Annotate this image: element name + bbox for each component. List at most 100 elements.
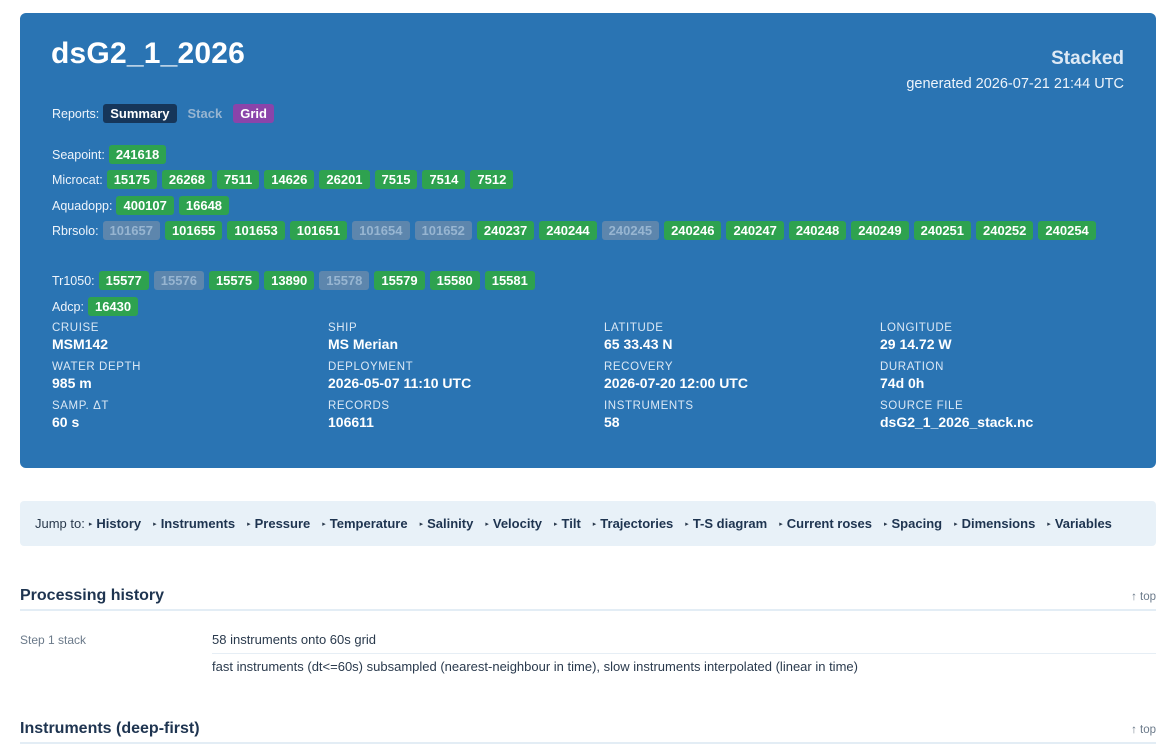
instrument-chip[interactable]: 240237 [476, 221, 535, 240]
instrument-chip[interactable]: 101653 [227, 221, 285, 240]
meta-value: 106611 [328, 414, 374, 430]
meta-key: INSTRUMENTS [604, 400, 694, 412]
meta-field: SHIP MS Merian [328, 322, 604, 353]
meta-key: RECORDS [328, 400, 390, 412]
instrument-chip[interactable]: 13890 [264, 271, 315, 290]
jump-link-label: Variables [1054, 516, 1112, 531]
meta-key: LATITUDE [604, 322, 664, 334]
instrument-group-row: Adcp: 16430 [52, 297, 1127, 316]
instrument-chip[interactable]: 14626 [264, 170, 315, 189]
jump-nav: Jump to: ▸ History ▸ Instruments ▸ Pressure ▸ T… [20, 501, 1156, 546]
meta-field: DEPLOYMENT 2026-05-07 11:10 UTC [328, 361, 604, 392]
instrument-type-label: Rbrsolo: [52, 223, 99, 238]
instrument-chip[interactable]: 7512 [470, 170, 514, 189]
jump-link[interactable]: ▸ Instruments [153, 516, 235, 531]
jump-link[interactable]: ▸ T-S diagram [685, 516, 767, 531]
meta-field: CRUISE MSM142 [52, 322, 328, 353]
instrument-chip[interactable]: 240252 [976, 221, 1034, 240]
triangle-right-icon: ▸ [1047, 520, 1051, 528]
instrument-chip[interactable]: 26201 [319, 170, 370, 189]
instrument-chip[interactable]: 240254 [1038, 221, 1096, 240]
instrument-chip[interactable]: 16648 [178, 196, 230, 215]
jump-link-label: Velocity [492, 516, 542, 531]
instrument-chip-disabled: 101657 [102, 221, 160, 240]
instrument-chip[interactable]: 240244 [539, 221, 597, 240]
report-header: dsG2_1_2026 Stacked generated 2026-07-21… [20, 13, 1156, 468]
report-grid-link[interactable]: Grid [233, 104, 274, 123]
instrument-chip[interactable]: 15580 [429, 271, 480, 290]
triangle-right-icon: ▸ [153, 520, 157, 528]
instrument-chip-disabled: 15576 [153, 271, 204, 290]
jump-link[interactable]: ▸ Salinity [420, 516, 474, 531]
instrument-chip[interactable]: 241618 [108, 145, 167, 164]
reports-label: Reports: [52, 106, 100, 121]
instrument-chip-disabled: 240245 [601, 221, 660, 240]
report-stack-current: Stack [187, 106, 223, 121]
triangle-right-icon: ▸ [884, 520, 888, 528]
top-link[interactable]: ↑ top [1131, 724, 1156, 736]
jump-link[interactable]: ▸ Trajectories [593, 516, 674, 531]
jump-link[interactable]: ▸ Dimensions [954, 516, 1035, 531]
instrument-chip[interactable]: 15175 [106, 170, 157, 189]
report-summary-link[interactable]: Summary [103, 104, 177, 123]
meta-value: MSM142 [52, 336, 109, 352]
meta-value: 65 33.43 N [604, 336, 673, 352]
triangle-right-icon: ▸ [554, 520, 558, 528]
meta-value: 58 [604, 414, 620, 430]
jump-link-label: Spacing [891, 516, 943, 531]
instrument-chip[interactable]: 15581 [484, 271, 535, 290]
section-divider [20, 609, 1156, 611]
meta-value: 2026-07-20 12:00 UTC [604, 375, 748, 391]
instrument-chip[interactable]: 7514 [422, 170, 466, 189]
meta-key: DURATION [880, 361, 945, 373]
instrument-chip[interactable]: 26268 [161, 170, 213, 189]
section-divider [20, 742, 1156, 744]
instrument-type-label: Tr1050: [52, 273, 95, 288]
instrument-chip[interactable]: 240249 [851, 221, 909, 240]
jump-link-label: History [96, 516, 142, 531]
instrument-chip[interactable]: 7511 [217, 170, 260, 189]
jump-link-label: Temperature [329, 516, 408, 531]
instrument-chip[interactable]: 15575 [208, 271, 260, 290]
instrument-chip[interactable]: 400107 [116, 196, 174, 215]
instrument-chip[interactable]: 16430 [87, 297, 139, 316]
jump-link-label: Trajectories [600, 516, 674, 531]
instrument-chip-disabled: 15578 [319, 271, 370, 290]
jump-link[interactable]: ▸ Variables [1047, 516, 1112, 531]
meta-field: RECORDS 106611 [328, 400, 604, 431]
instrument-chip[interactable]: 101655 [164, 221, 223, 240]
instrument-chip[interactable]: 15577 [98, 271, 149, 290]
jump-link-label: Pressure [254, 516, 311, 531]
instrument-chip[interactable]: 240251 [913, 221, 972, 240]
instrument-chip[interactable]: 240246 [664, 221, 722, 240]
instrument-type-label: Seapoint: [52, 147, 105, 162]
jump-link[interactable]: ▸ Spacing [884, 516, 942, 531]
instrument-chip[interactable]: 240248 [788, 221, 847, 240]
top-link[interactable]: ↑ top [1131, 591, 1156, 603]
jump-link[interactable]: ▸ Velocity [485, 516, 542, 531]
triangle-right-icon: ▸ [779, 520, 783, 528]
meta-value: 60 s [52, 414, 80, 430]
meta-field: SAMP. ΔT 60 s [52, 400, 328, 431]
meta-key: DEPLOYMENT [328, 361, 414, 373]
jump-link[interactable]: ▸ Current roses [779, 516, 872, 531]
instrument-chip[interactable]: 7515 [374, 170, 418, 189]
meta-key: CRUISE [52, 322, 100, 334]
jump-link[interactable]: ▸ Tilt [554, 516, 581, 531]
instrument-group-row: Tr1050: 15577 15576 15575 13890 15578 15579 155… [52, 271, 1127, 290]
jump-link[interactable]: ▸ Pressure [247, 516, 310, 531]
meta-value: 2026-05-07 11:10 UTC [328, 375, 472, 391]
meta-key: RECOVERY [604, 361, 674, 373]
instrument-chip[interactable]: 240247 [726, 221, 784, 240]
instrument-type-label: Aquadopp: [52, 198, 113, 213]
instrument-type-label: Microcat: [52, 172, 103, 187]
jump-link-label: Current roses [786, 516, 872, 531]
meta-key: SOURCE FILE [880, 400, 964, 412]
meta-field: DURATION 74d 0h [880, 361, 1156, 392]
meta-key: WATER DEPTH [52, 361, 142, 373]
jump-link[interactable]: ▸ History [89, 516, 141, 531]
history-line: 58 instruments onto 60s grid [212, 632, 377, 647]
instrument-chip[interactable]: 15579 [374, 271, 425, 290]
instrument-chip[interactable]: 101651 [289, 221, 348, 240]
jump-link[interactable]: ▸ Temperature [322, 516, 407, 531]
